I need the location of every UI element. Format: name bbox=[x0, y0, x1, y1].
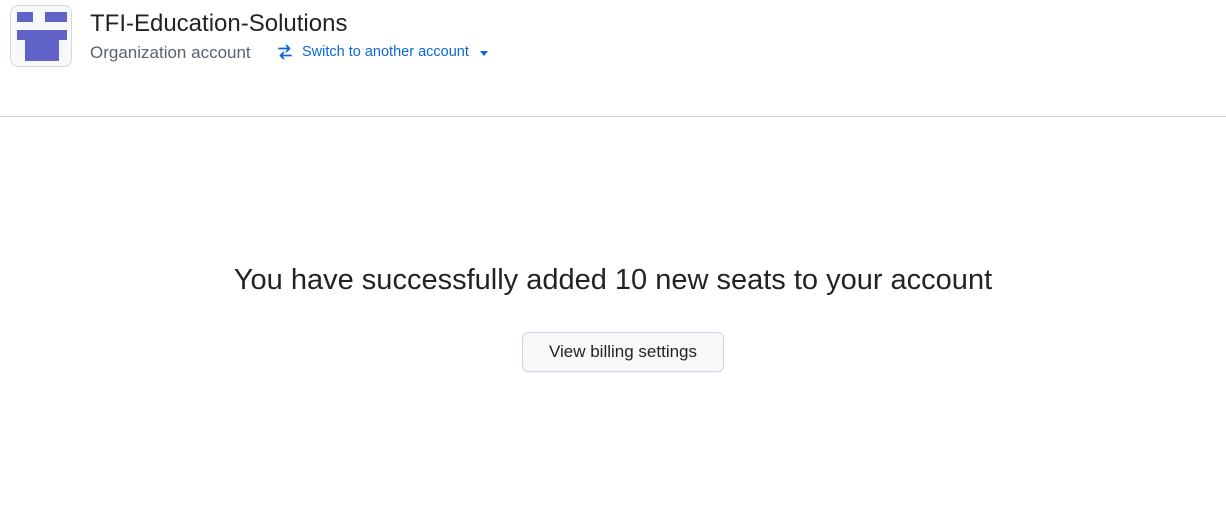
account-type-label: Organization account bbox=[90, 43, 251, 62]
arrow-switch-icon bbox=[278, 44, 292, 60]
organization-avatar[interactable] bbox=[10, 5, 72, 67]
success-message: You have successfully added 10 new seats… bbox=[233, 264, 993, 296]
organization-name: TFI-Education-Solutions bbox=[90, 10, 348, 37]
switch-account-label: Switch to another account bbox=[302, 44, 469, 60]
view-billing-settings-button[interactable]: View billing settings bbox=[522, 332, 724, 372]
switch-account-link[interactable]: Switch to another account bbox=[276, 41, 488, 63]
organization-header: TFI-Education-Solutions Organization acc… bbox=[0, 0, 1226, 117]
organization-logo-icon bbox=[11, 6, 71, 66]
triangle-down-icon bbox=[479, 50, 488, 56]
